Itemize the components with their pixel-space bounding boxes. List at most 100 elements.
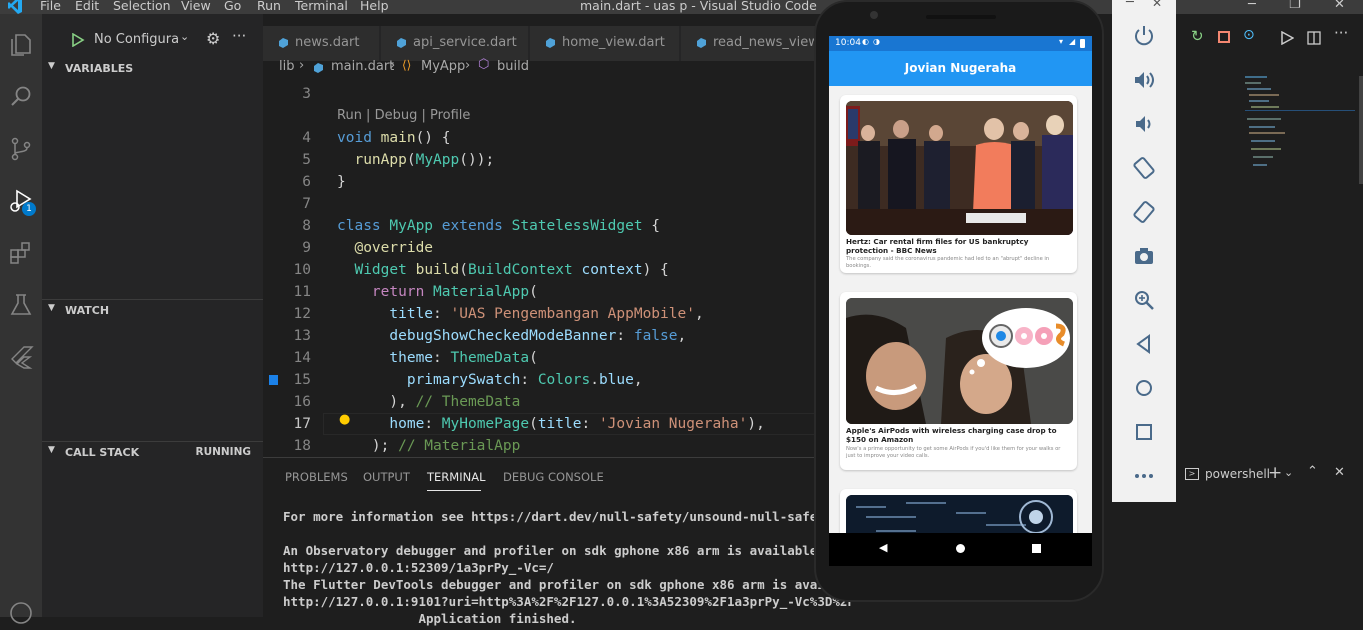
menu-terminal[interactable]: Terminal: [295, 0, 348, 13]
debug-badge: 1: [22, 202, 36, 216]
testing-icon[interactable]: [8, 292, 34, 318]
breadcrumb-file[interactable]: main.dart: [331, 59, 394, 74]
editor-tabs: news.dart api_service.dart home_view.dar…: [263, 26, 830, 61]
start-debugging-icon[interactable]: [71, 33, 85, 47]
volume-up-icon[interactable]: [1132, 68, 1156, 92]
stop-icon[interactable]: [1218, 31, 1230, 43]
tab-debug-console[interactable]: DEBUG CONSOLE: [503, 470, 604, 484]
code-line: @override: [354, 240, 434, 256]
dart-file-icon: [314, 63, 323, 73]
tab-read-news-view[interactable]: read_news_view.d: [681, 26, 830, 61]
power-icon[interactable]: [1132, 24, 1156, 48]
account-icon[interactable]: [8, 600, 34, 626]
zoom-icon[interactable]: [1132, 288, 1156, 312]
menu-go[interactable]: Go: [224, 0, 241, 13]
tab-output[interactable]: OUTPUT: [363, 470, 410, 484]
code-line: void main() {: [337, 130, 451, 146]
news-card[interactable]: Hertz: Car rental firm files for US bank…: [840, 95, 1077, 273]
home-nav-icon[interactable]: [956, 544, 965, 553]
close-window-icon[interactable]: ✕: [1334, 0, 1345, 12]
breadcrumb-folder[interactable]: lib: [279, 59, 294, 74]
breadcrumb-class[interactable]: MyApp: [421, 59, 465, 74]
modified-line-marker: [269, 375, 278, 385]
more-actions-icon[interactable]: ···: [1334, 24, 1348, 42]
line-number: 9: [302, 240, 311, 256]
tab-api-service[interactable]: api_service.dart: [381, 26, 529, 61]
code-line: primarySwatch: Colors.blue,: [406, 372, 643, 388]
recents-nav-icon[interactable]: [1032, 544, 1041, 553]
tab-terminal[interactable]: TERMINAL: [427, 470, 485, 484]
home-icon[interactable]: [1132, 376, 1156, 400]
call-stack-status: RUNNING: [195, 446, 252, 458]
code-line: Widget build(BuildContext context) {: [354, 262, 669, 278]
line-number: 10: [293, 262, 311, 278]
watch-section[interactable]: ▼ WATCH: [42, 301, 263, 321]
line-number: 7: [302, 196, 311, 212]
extensions-icon[interactable]: [8, 240, 34, 266]
terminal-line: The Flutter DevTools debugger and profil…: [283, 577, 863, 592]
minimap: [1245, 76, 1363, 186]
call-stack-section[interactable]: ▼ CALL STACK RUNNING: [42, 443, 263, 463]
maximize-panel-icon[interactable]: ⌃: [1307, 464, 1318, 479]
flutter-icon[interactable]: [8, 344, 34, 370]
dart-file-icon: [279, 38, 288, 48]
overview-icon[interactable]: [1132, 420, 1156, 444]
terminal-line: http://127.0.0.1:9101?uri=http%3A%2F%2F1…: [283, 594, 855, 609]
chevron-down-icon[interactable]: ⌄: [1284, 466, 1293, 479]
code-line: }: [337, 174, 346, 190]
run-file-icon[interactable]: [1281, 31, 1294, 45]
news-description: Now's a prime opportunity to get some Ai…: [846, 446, 1061, 459]
more-icon[interactable]: ···: [232, 27, 246, 45]
menu-view[interactable]: View: [181, 0, 211, 13]
chevron-down-icon: ▼: [48, 61, 55, 71]
class-icon: ⟨⟩: [402, 58, 412, 72]
source-control-icon[interactable]: [8, 136, 34, 162]
line-number: 17: [293, 416, 311, 432]
tab-problems[interactable]: PROBLEMS: [285, 470, 348, 484]
back-nav-icon[interactable]: ◀: [879, 541, 887, 554]
news-description: The company said the coronavirus pandemi…: [846, 256, 1050, 269]
rotate-left-icon[interactable]: [1132, 156, 1156, 180]
phone-screen[interactable]: 10:04 ◐ ◑ ▾ ◢ Jovian Nugeraha Hertz: Car…: [829, 36, 1092, 566]
codelens[interactable]: Run | Debug | Profile: [337, 108, 470, 123]
minimize-icon[interactable]: ─: [1248, 0, 1256, 12]
tab-home-view[interactable]: home_view.dart: [530, 26, 680, 61]
wifi-icon: ▾: [1059, 37, 1064, 46]
back-icon[interactable]: [1132, 332, 1156, 356]
tab-news[interactable]: news.dart: [263, 26, 380, 61]
run-config-select[interactable]: No Configurat: [94, 32, 178, 47]
rotate-right-icon[interactable]: [1132, 200, 1156, 224]
close-emulator-icon[interactable]: ✕: [1152, 0, 1162, 10]
status-bar: 10:04 ◐ ◑ ▾ ◢: [829, 36, 1092, 51]
terminal-shell-name[interactable]: powershell: [1205, 467, 1270, 481]
devtools-search-icon[interactable]: ⊙: [1243, 27, 1255, 43]
vscode-logo-icon: [8, 0, 22, 14]
restore-icon[interactable]: ❐: [1289, 0, 1301, 12]
new-terminal-icon[interactable]: +: [1268, 463, 1282, 483]
signal-icon: ◢: [1069, 37, 1076, 46]
news-card[interactable]: Apple's AirPods with wireless charging c…: [840, 292, 1077, 470]
close-panel-icon[interactable]: ✕: [1334, 465, 1345, 480]
split-editor-icon[interactable]: [1307, 31, 1321, 45]
restart-icon[interactable]: ↻: [1191, 27, 1204, 45]
variables-section[interactable]: ▼ VARIABLES: [42, 59, 263, 79]
volume-down-icon[interactable]: [1132, 112, 1156, 136]
menu-selection[interactable]: Selection: [113, 0, 171, 13]
menu-file[interactable]: File: [40, 0, 61, 13]
chevron-down-icon[interactable]: ⌄: [180, 30, 189, 43]
more-options-icon[interactable]: [1132, 464, 1156, 488]
gear-icon[interactable]: ⚙: [206, 29, 220, 48]
minimize-emulator-icon[interactable]: ─: [1126, 0, 1134, 10]
menu-help[interactable]: Help: [360, 0, 389, 13]
search-icon[interactable]: [8, 84, 34, 110]
line-number: 12: [293, 306, 311, 322]
breadcrumb-method[interactable]: build: [497, 59, 529, 74]
news-image: [846, 298, 1073, 424]
menu-edit[interactable]: Edit: [75, 0, 99, 13]
menu-run[interactable]: Run: [257, 0, 281, 13]
camera-icon[interactable]: [1132, 244, 1156, 268]
activity-bar: 1: [0, 14, 42, 624]
run-debug-icon[interactable]: 1: [8, 188, 36, 216]
line-number: 5: [302, 152, 311, 168]
explorer-icon[interactable]: [8, 32, 34, 58]
